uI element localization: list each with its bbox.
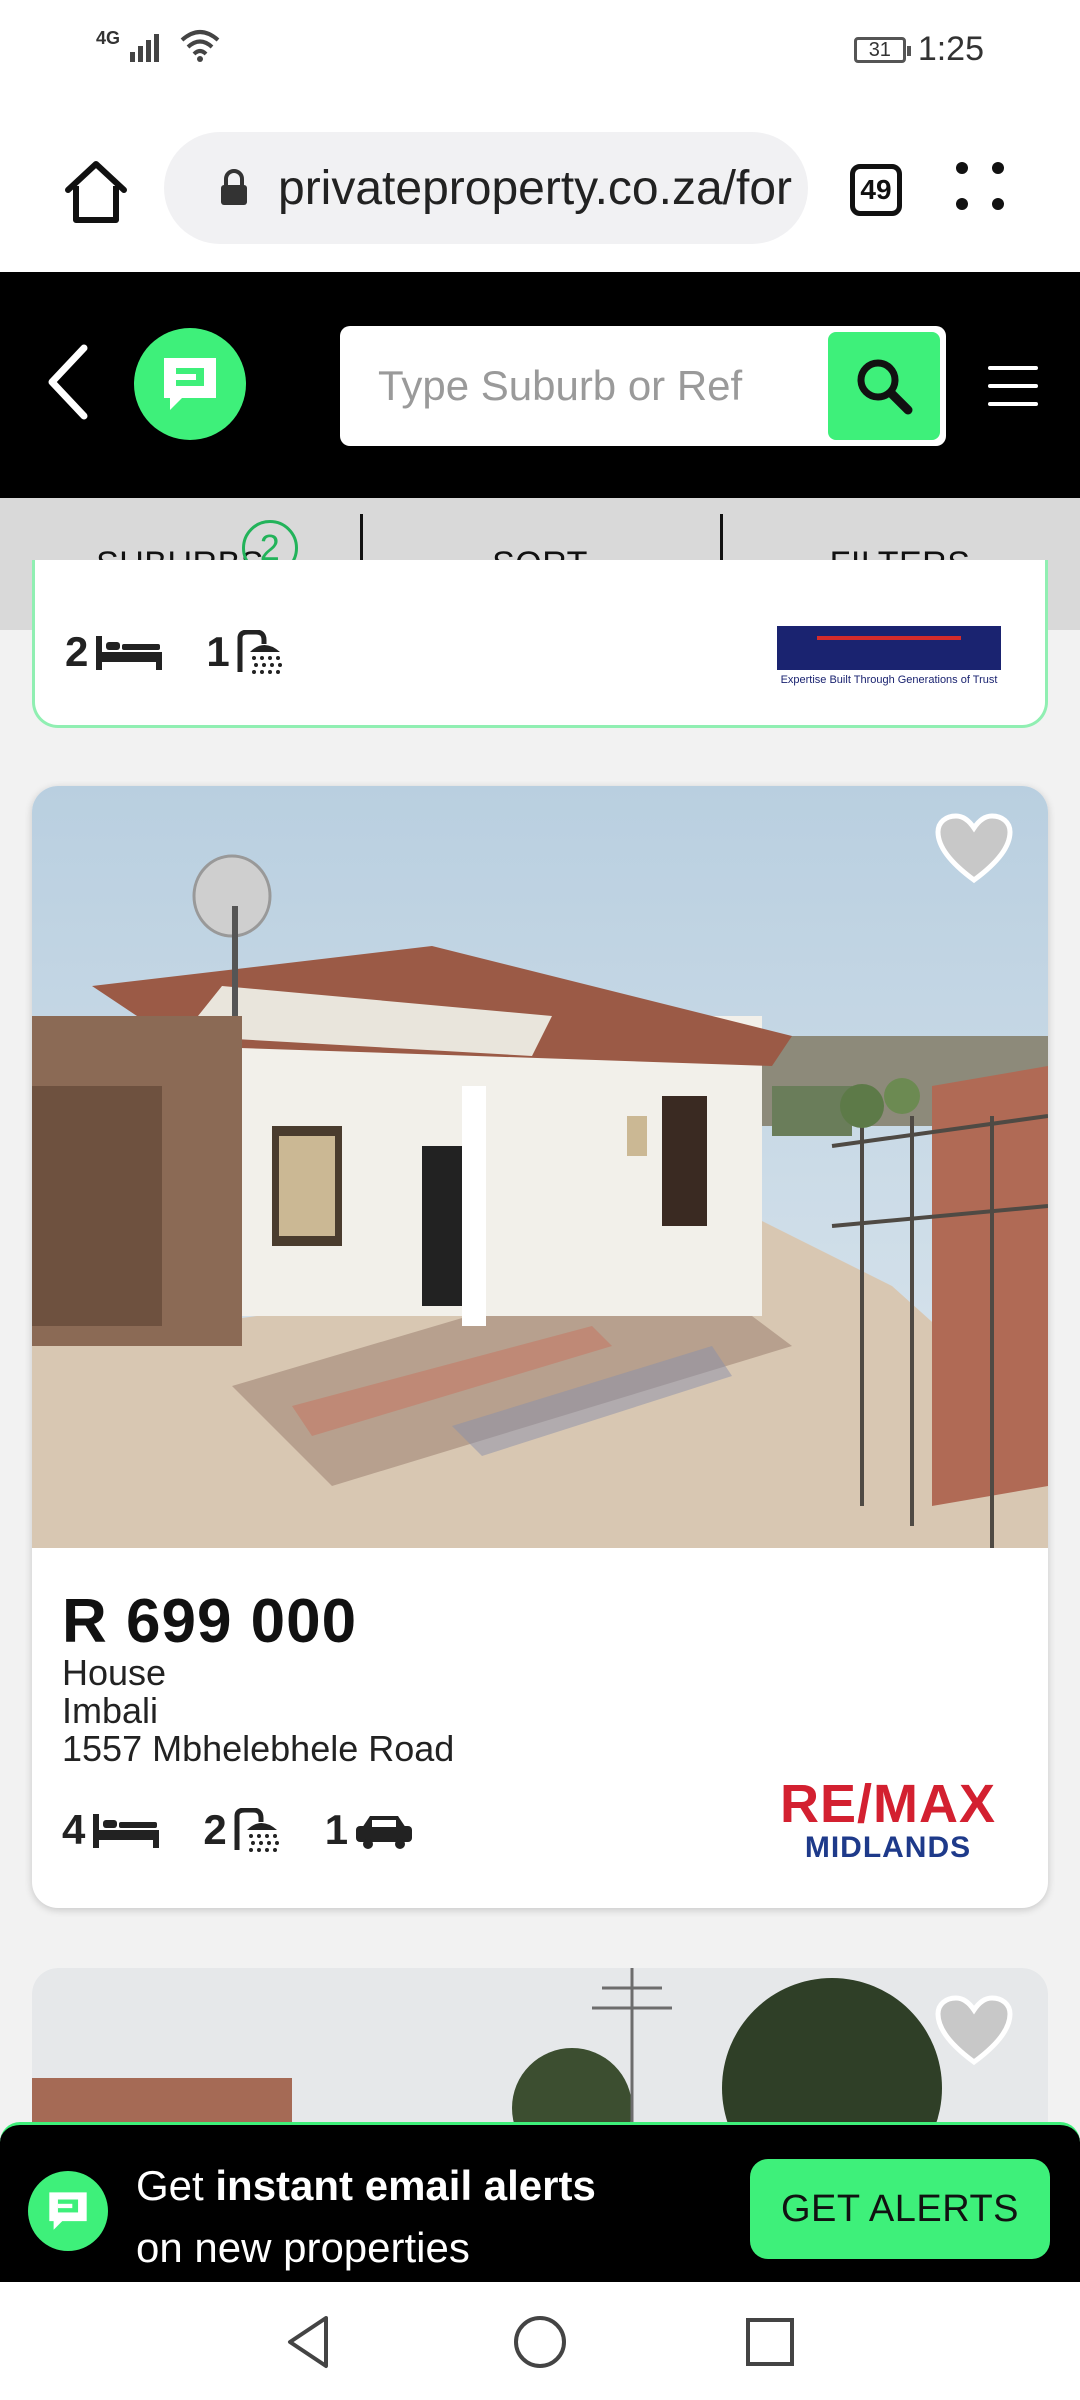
listing-address: 1557 Mbhelebhele Road	[62, 1728, 455, 1769]
parking-feature: 1	[325, 1806, 414, 1854]
tab-switcher-button[interactable]: 49	[850, 164, 902, 216]
bathrooms-feature: 2	[203, 1806, 282, 1854]
bed-icon	[96, 636, 163, 670]
search-button[interactable]	[828, 332, 940, 440]
address-bar[interactable]: privateproperty.co.za/for	[164, 132, 808, 244]
parking-count: 1	[324, 1806, 349, 1853]
listing-card-next[interactable]	[32, 1968, 1048, 2128]
agency-name: RE/MAX	[779, 1774, 996, 1834]
car-icon	[356, 1816, 413, 1849]
more-options-icon[interactable]	[956, 162, 1012, 218]
favorite-heart-icon[interactable]	[934, 1994, 1014, 2066]
battery-icon: 31	[853, 36, 911, 63]
wifi-icon	[180, 30, 220, 62]
agency-logo: RE/MAX MIDLANDS	[778, 1776, 998, 1864]
site-header	[0, 272, 1080, 498]
listing-photo[interactable]	[32, 1968, 1048, 2128]
bathrooms-feature: 1	[206, 628, 285, 676]
listing-features: 4 2 1	[62, 1806, 414, 1854]
status-bar: 4G 31 1:25	[0, 0, 1080, 100]
bed-icon	[93, 1814, 160, 1848]
alerts-line2: on new properties	[136, 2224, 470, 2271]
shower-icon	[234, 1808, 279, 1852]
listing-card-previous[interactable]: 2 1 Expertise Built Through Generations …	[32, 560, 1048, 728]
listing-price: R 699 000	[62, 1587, 358, 1656]
browser-toolbar: privateproperty.co.za/for 49	[0, 100, 1080, 272]
shower-icon	[237, 630, 282, 674]
lock-icon	[204, 169, 264, 207]
alerts-emphasis: instant email alerts	[215, 2162, 596, 2209]
bathrooms-count: 1	[206, 628, 230, 675]
search-icon	[857, 359, 913, 415]
back-arrow-icon[interactable]	[44, 342, 92, 422]
alerts-prefix: Get	[136, 2162, 216, 2209]
agency-tagline: Expertise Built Through Generations of T…	[780, 674, 998, 686]
bedrooms-feature: 4	[62, 1806, 161, 1854]
home-icon[interactable]	[60, 156, 132, 228]
network-type: 4G	[96, 27, 121, 48]
clock: 1:25	[917, 30, 984, 68]
search-input[interactable]	[340, 326, 820, 446]
bedrooms-count: 2	[65, 628, 89, 675]
next-photo-illustration	[32, 1968, 1048, 2128]
nav-back-icon[interactable]	[280, 2312, 340, 2372]
site-logo[interactable]	[134, 328, 246, 440]
system-navigation-bar	[0, 2282, 1080, 2400]
alerts-message: Get instant email alerts on new properti…	[136, 2155, 596, 2279]
bedrooms-feature: 2	[65, 628, 164, 676]
nav-home-icon[interactable]	[510, 2312, 570, 2372]
battery-level: 31	[868, 38, 891, 61]
status-right: 31 1:25	[853, 30, 984, 69]
bathrooms-count: 2	[203, 1806, 227, 1853]
email-alerts-banner: Get instant email alerts on new properti…	[0, 2122, 1080, 2282]
search-box	[340, 326, 946, 446]
listing-features: 2 1	[65, 628, 286, 676]
favorite-heart-icon[interactable]	[934, 812, 1014, 884]
agency-region: MIDLANDS	[804, 1831, 972, 1864]
url-text: privateproperty.co.za/for	[278, 161, 793, 215]
nav-recents-icon[interactable]	[740, 2312, 800, 2372]
hamburger-menu-icon[interactable]	[988, 366, 1038, 406]
listing-suburb: Imbali	[62, 1690, 159, 1731]
agency-logo	[777, 626, 1001, 670]
status-left: 4G	[96, 28, 220, 62]
listing-photo[interactable]	[32, 786, 1048, 1548]
bedrooms-count: 4	[62, 1806, 86, 1853]
signal-icon	[130, 34, 160, 62]
house-photo-illustration	[32, 786, 1048, 1548]
get-alerts-button[interactable]: GET ALERTS	[750, 2159, 1050, 2259]
listing-card[interactable]: R 699 000 House Imbali 1557 Mbhelebhele …	[32, 786, 1048, 1908]
listing-type: House	[62, 1652, 167, 1693]
alerts-logo-icon	[28, 2171, 108, 2251]
logo-mark-icon	[164, 358, 216, 410]
